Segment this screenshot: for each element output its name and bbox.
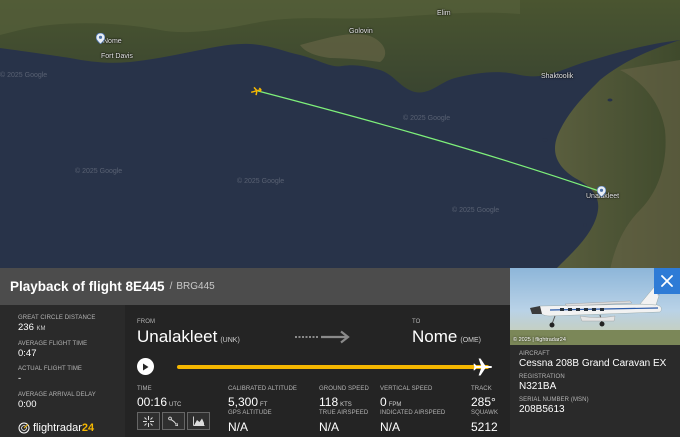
flightradar24-logo[interactable]: flightradar 24 [18,422,94,434]
center-view-button[interactable] [137,412,160,430]
gps-altitude-value: N/A [228,420,249,434]
calibrated-altitude-label: CALIBRATED ALTITUDE [228,386,298,392]
serial-number-value: 208B5613 [519,404,565,415]
calibrated-altitude-unit: FT [260,402,268,408]
registration-label: REGISTRATION [519,374,565,380]
distance-number: 236 [18,322,34,333]
ground-speed-value: 118 KTS [319,395,352,409]
playback-progress-bar[interactable] [177,365,489,369]
map-watermark: © 2025 Google [0,72,48,79]
radar-icon [18,422,30,434]
altitude-graph-button[interactable] [187,412,210,430]
map-label-fort-davis: Fort Davis [101,53,133,60]
map-watermark: © 2025 Google [452,207,500,214]
destination-city: Nome [412,327,458,346]
calibrated-altitude-value: 5,300 FT [228,395,267,409]
map-label-nome: Nome [103,38,122,45]
time-unit: UTC [169,402,182,408]
squawk-label: SQUAWK [471,410,499,416]
time-label: TIME [137,386,152,392]
vertical-speed-value: 0 FPM [380,395,401,409]
altitude-chart-icon [192,416,204,426]
track-value: 285° [471,395,496,409]
true-airspeed-value: N/A [319,420,340,434]
logo-suffix: 24 [81,422,95,434]
origin-code: (UNK) [220,337,240,344]
track-label: TRACK [471,386,492,392]
crosshair-icon [143,415,154,427]
close-button[interactable] [654,268,680,294]
aircraft-value[interactable]: Cessna 208B Grand Caravan EX [519,358,680,369]
play-button[interactable] [137,358,154,375]
map-watermark: © 2025 Google [403,115,451,122]
destination-code: (OME) [460,337,481,344]
origin[interactable]: Unalakleet (UNK) [137,327,240,347]
ground-speed-label: GROUND SPEED [319,386,369,392]
aircraft-photo[interactable]: © 2025 | flightradar24 [510,268,680,345]
nome-pin-icon[interactable] [96,33,105,44]
vertical-speed-label: VERTICAL SPEED [380,386,433,392]
flight-title: Playback of flight 8E445 [10,279,165,294]
destination[interactable]: Nome (OME) [412,327,481,347]
route-icon [168,416,179,426]
true-airspeed-label: TRUE AIRSPEED [319,410,369,416]
map-label-golovin: Golovin [349,28,373,35]
avg-flight-time-value: 0:47 [18,347,37,359]
registration-value[interactable]: N321BA [519,381,680,392]
indicated-airspeed-label: INDICATED AIRSPEED [380,410,446,416]
flight-detail-panel: FROM Unalakleet (UNK) TO Nome (OME) TIME 0… [125,305,510,437]
aircraft-info-panel: AIRCRAFT Cessna 208B Grand Caravan EX RE… [510,345,680,437]
from-label: FROM [137,319,156,325]
squawk-value: 5212 [471,420,498,434]
title-separator: / [169,281,173,292]
distance-unit: KM [36,326,46,332]
map-label-elim: Elim [437,10,451,17]
route-button[interactable] [162,412,185,430]
great-circle-distance-label: GREAT CIRCLE DISTANCE [18,315,96,321]
avg-flight-time-label: AVERAGE FLIGHT TIME [18,340,88,347]
indicated-airspeed-value: N/A [380,420,401,434]
calibrated-altitude-number: 5,300 [228,395,259,409]
ground-speed-unit: KTS [340,402,352,408]
actual-flight-time-label: ACTUAL FLIGHT TIME [18,366,83,372]
photo-copyright: © 2025 | flightradar24 [513,337,566,343]
time-number: 00:16 [137,395,168,409]
map-watermark: © 2025 Google [75,168,123,175]
great-circle-distance-value: 236 KM [18,323,125,333]
vertical-speed-unit: FPM [388,402,402,408]
logo-text: flightradar [33,422,82,434]
airplane-icon[interactable] [471,355,495,379]
unalakleet-pin-icon[interactable] [597,186,606,197]
flight-summary-panel: GREAT CIRCLE DISTANCE 236 KM AVERAGE FLI… [0,305,125,437]
map-label-shaktoolik: Shaktoolik [541,73,574,80]
avg-arrival-delay-label: AVERAGE ARRIVAL DELAY [18,391,96,398]
serial-number-label: SERIAL NUMBER (MSN) [519,397,589,403]
vertical-speed-number: 0 [380,395,387,409]
flight-map[interactable]: Nome Fort Davis Elim Golovin Shaktoolik … [0,0,680,270]
actual-flight-time-value: - [18,373,22,384]
callsign: BRG445 [176,281,215,292]
gps-altitude-label: GPS ALTITUDE [228,410,272,416]
close-icon [661,275,673,287]
map-watermark: © 2025 Google [237,178,285,185]
origin-city: Unalakleet [137,327,218,346]
route-arrow-icon [295,330,350,344]
flight-playback-header: Playback of flight 8E445 / BRG445 [0,268,510,305]
time-value: 00:16 UTC [137,395,181,409]
aircraft-label: AIRCRAFT [519,351,550,357]
to-label: TO [412,319,421,325]
ground-speed-number: 118 [319,395,339,409]
avg-arrival-delay-value: 0:00 [18,398,37,410]
play-icon [143,363,149,370]
